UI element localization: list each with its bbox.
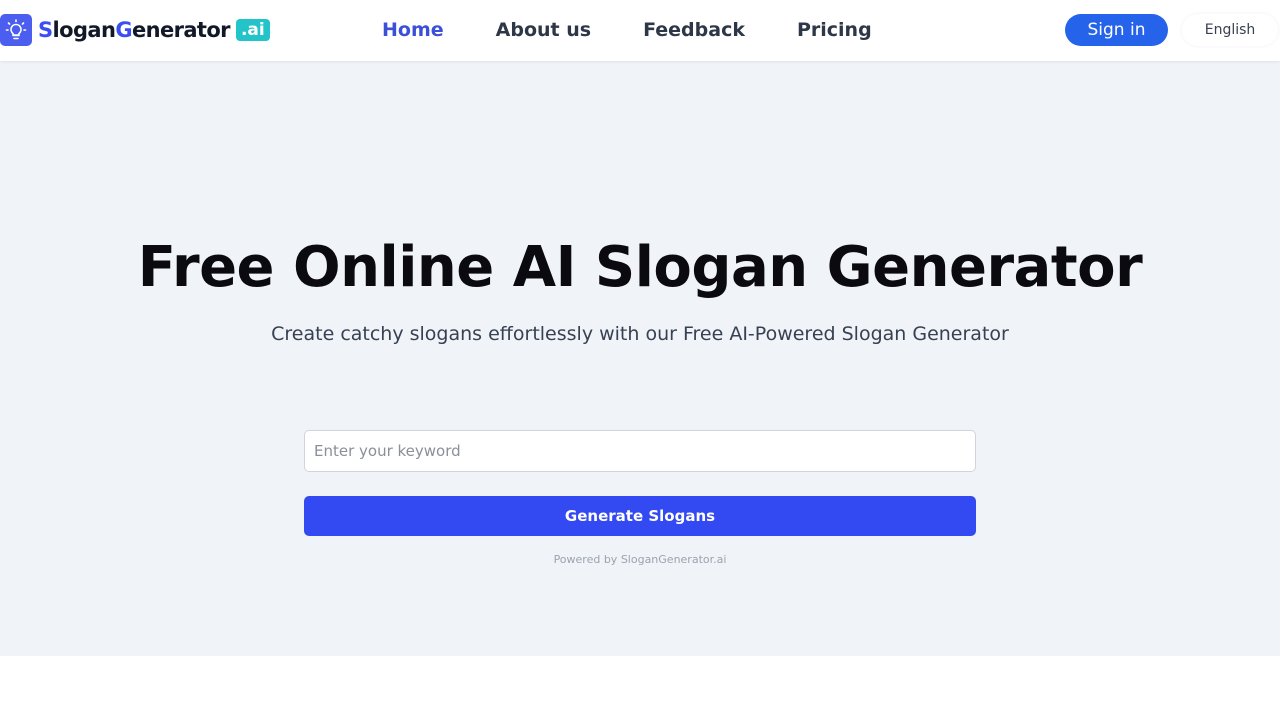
nav-about-us[interactable]: About us (496, 19, 591, 41)
hero-section: Free Online AI Slogan Generator Create c… (0, 61, 1280, 656)
main-nav: Home About us Feedback Pricing (382, 0, 924, 60)
nav-home[interactable]: Home (382, 19, 444, 41)
nav-pricing[interactable]: Pricing (797, 19, 872, 41)
sign-in-button[interactable]: Sign in (1065, 14, 1168, 46)
nav-feedback[interactable]: Feedback (643, 19, 745, 41)
powered-by-text: Powered by SloganGenerator.ai (553, 553, 727, 566)
page-title: Free Online AI Slogan Generator (137, 235, 1143, 300)
lightbulb-icon (0, 14, 32, 46)
language-selector[interactable]: English (1182, 14, 1278, 46)
brand-logo[interactable]: SloganGenerator .ai (0, 13, 270, 47)
keyword-input[interactable] (304, 430, 976, 472)
page-subtitle: Create catchy slogans effortlessly with … (271, 323, 1009, 345)
site-header: SloganGenerator .ai Home About us Feedba… (0, 0, 1280, 61)
brand-suffix-badge: .ai (235, 19, 270, 41)
generate-slogans-button[interactable]: Generate Slogans (304, 496, 976, 536)
brand-name: SloganGenerator (38, 18, 231, 42)
